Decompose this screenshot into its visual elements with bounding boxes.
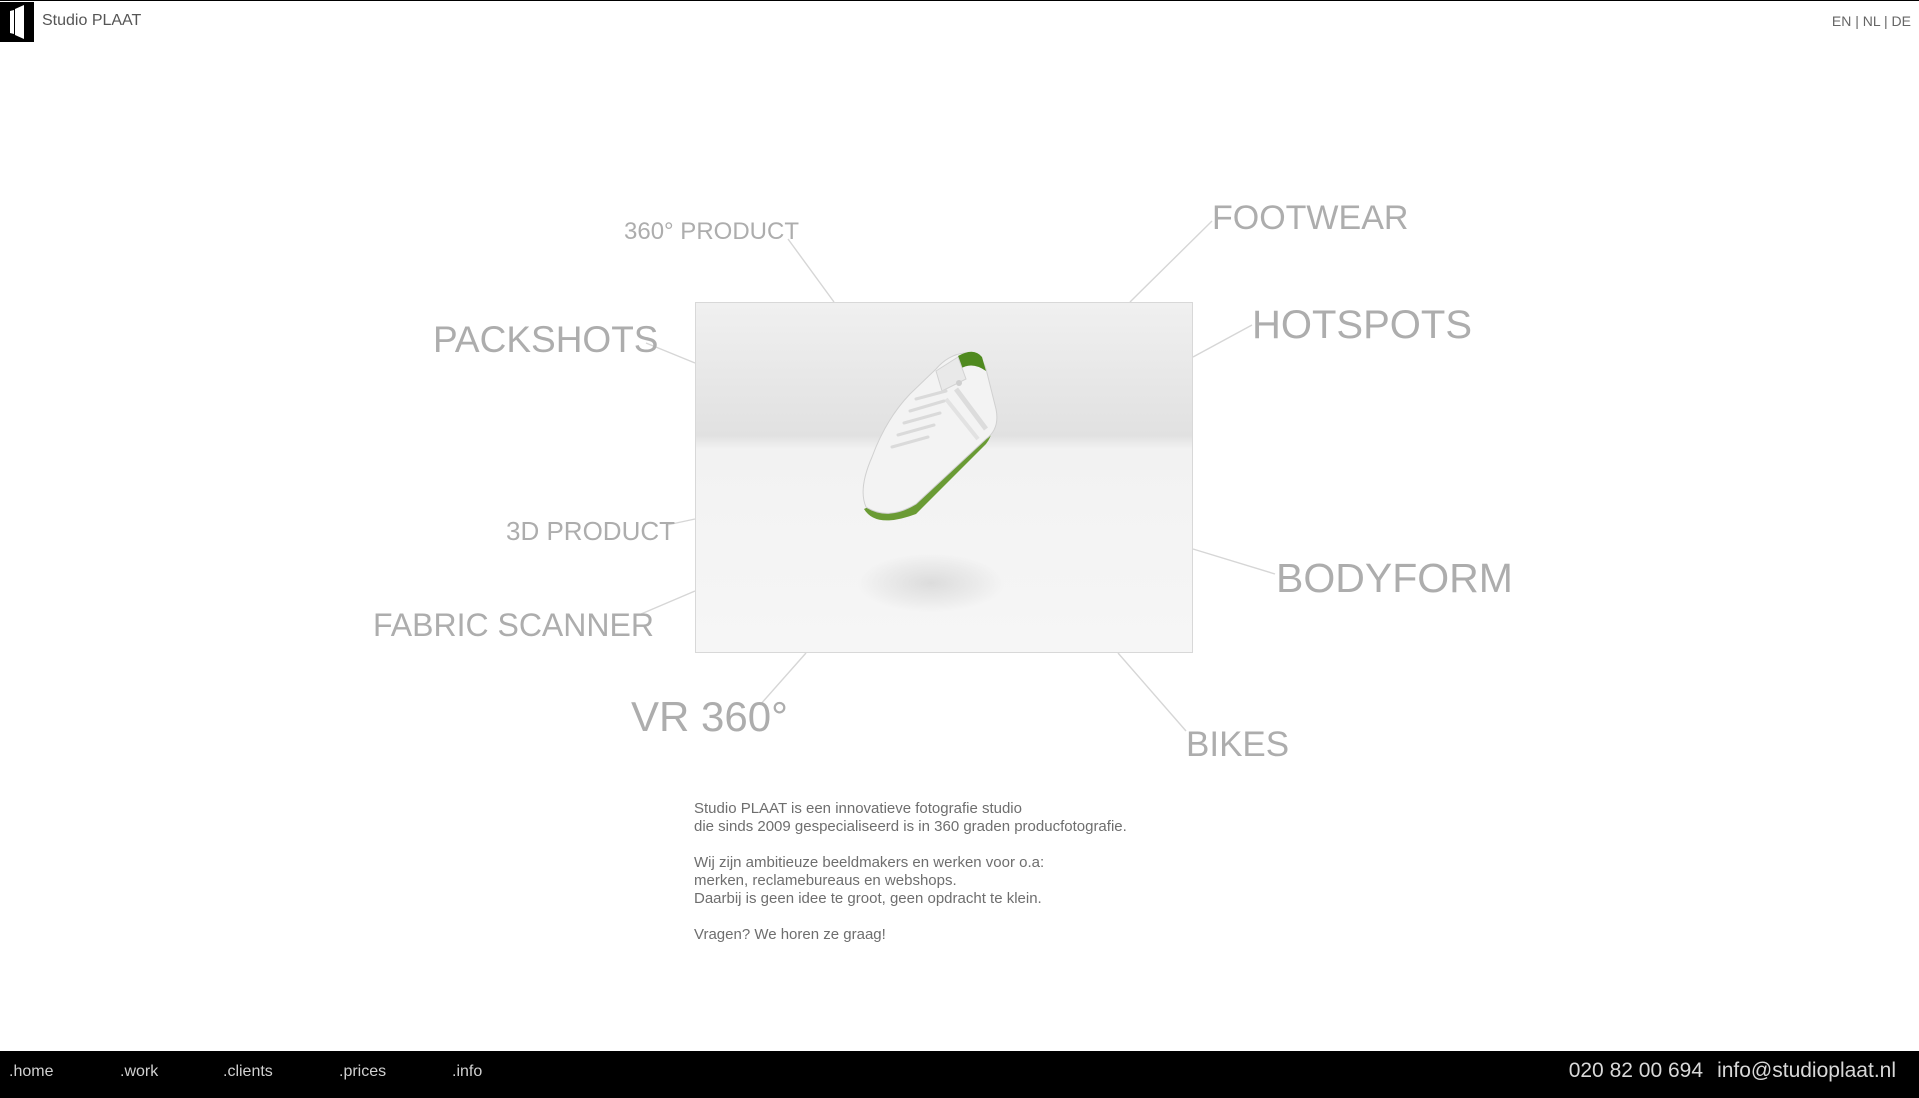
category-3d-product[interactable]: 3D PRODUCT bbox=[506, 518, 675, 544]
intro-paragraph-1: Studio PLAAT is een innovatieve fotograf… bbox=[694, 800, 1214, 836]
category-vr-360[interactable]: VR 360° bbox=[631, 696, 788, 738]
category-footwear[interactable]: FOOTWEAR bbox=[1212, 201, 1408, 235]
nav-prices[interactable]: .prices bbox=[339, 1063, 386, 1081]
intro-line: Vragen? We horen ze graag! bbox=[694, 926, 886, 943]
nav-work[interactable]: .work bbox=[120, 1063, 158, 1081]
category-fabric-scanner[interactable]: FABRIC SCANNER bbox=[373, 609, 654, 641]
intro-paragraph-2: Wij zijn ambitieuze beeldmakers en werke… bbox=[694, 854, 1214, 908]
category-bodyform[interactable]: BODYFORM bbox=[1276, 558, 1513, 599]
contact-email[interactable]: info@studioplaat.nl bbox=[1717, 1059, 1896, 1083]
nav-info[interactable]: .info bbox=[452, 1063, 482, 1081]
site-footer: .home .work .clients .prices .info 020 8… bbox=[0, 1051, 1919, 1098]
category-hotspots[interactable]: HOTSPOTS bbox=[1252, 305, 1472, 345]
category-packshots[interactable]: PACKSHOTS bbox=[433, 321, 658, 358]
intro-text: Studio PLAAT is een innovatieve fotograf… bbox=[694, 800, 1214, 962]
white-sneaker-image bbox=[846, 339, 1016, 544]
category-bikes[interactable]: BIKES bbox=[1186, 727, 1289, 762]
category-360-product[interactable]: 360° PRODUCT bbox=[624, 220, 799, 244]
intro-line: Studio PLAAT is een innovatieve fotograf… bbox=[694, 800, 1022, 817]
nav-clients[interactable]: .clients bbox=[223, 1063, 273, 1081]
shoe-shadow bbox=[856, 553, 1006, 613]
intro-line: die sinds 2009 gespecialiseerd is in 360… bbox=[694, 818, 1127, 835]
product-viewer[interactable] bbox=[695, 302, 1193, 653]
intro-line: merken, reclamebureaus en webshops. bbox=[694, 872, 957, 889]
nav-home[interactable]: .home bbox=[9, 1063, 53, 1081]
contact-phone[interactable]: 020 82 00 694 bbox=[1569, 1059, 1703, 1083]
intro-line: Daarbij is geen idee te groot, geen opdr… bbox=[694, 890, 1042, 907]
intro-paragraph-3: Vragen? We horen ze graag! bbox=[694, 926, 1214, 944]
intro-line: Wij zijn ambitieuze beeldmakers en werke… bbox=[694, 854, 1045, 871]
